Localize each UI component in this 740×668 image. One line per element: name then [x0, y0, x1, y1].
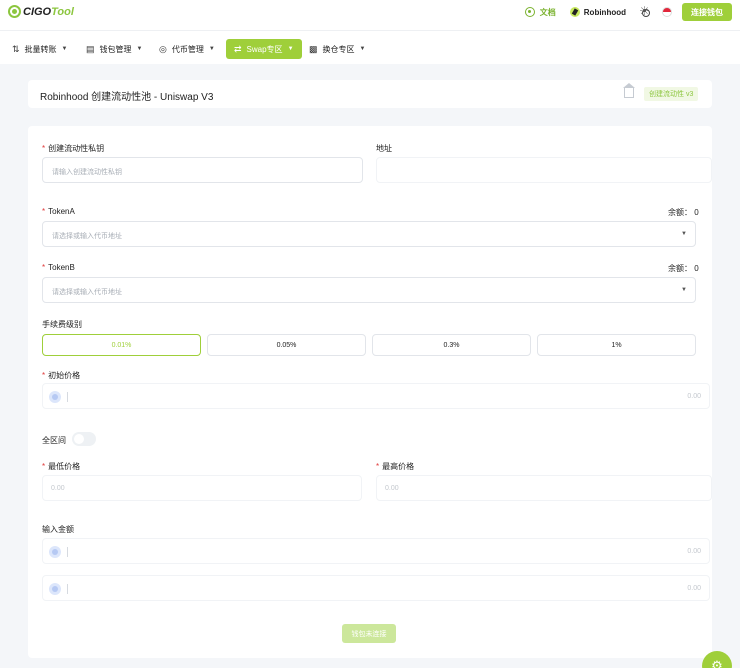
- chevron-down-icon: ▼: [208, 46, 215, 52]
- docs-link[interactable]: 文档: [524, 7, 556, 18]
- amount-a-input[interactable]: 0.00: [42, 538, 710, 564]
- min-price-value: 0.00: [51, 485, 65, 492]
- fee-option-0-05[interactable]: 0.05%: [207, 334, 366, 356]
- address-label: 地址: [376, 144, 392, 153]
- logo-text-left: CIGO: [23, 5, 52, 18]
- chevron-down-icon: ▼: [681, 287, 687, 293]
- fee-option-0-3[interactable]: 0.3%: [372, 334, 531, 356]
- amount-b-input[interactable]: 0.00: [42, 575, 710, 601]
- top-bar: CIGOTool 文档 Robinhood 连接钱包: [0, 0, 740, 30]
- divider: [67, 547, 68, 557]
- initial-price-label: * 初始价格: [42, 371, 81, 380]
- min-price-input[interactable]: 0.00: [42, 475, 362, 501]
- swap-icon: ⇄: [234, 43, 242, 54]
- fee-option-0-01[interactable]: 0.01%: [42, 334, 201, 356]
- token-b-balance: 余额： 0: [668, 264, 699, 273]
- chevron-down-icon: ▼: [287, 46, 294, 52]
- transfer-icon: ⇅: [12, 43, 20, 54]
- home-icon[interactable]: [623, 83, 635, 98]
- breadcrumb-tag[interactable]: 创建流动性 v3: [644, 87, 699, 101]
- logo-icon: [8, 5, 21, 18]
- docs-icon: [524, 7, 535, 17]
- chevron-down-icon: ▼: [136, 46, 143, 52]
- nav-label: 批量转账: [24, 44, 57, 54]
- token-a-balance: 余额： 0: [668, 208, 699, 217]
- nav-bar: ⇅ 批量转账 ▼ ▤ 钱包管理 ▼ ◎ 代币管理 ▼ ⇄ Swap专区 ▼ ▩ …: [0, 30, 740, 64]
- token-icon: [49, 391, 61, 403]
- full-range-toggle[interactable]: [72, 432, 96, 446]
- token-a-label: * TokenA: [42, 207, 75, 216]
- nav-label: Swap专区: [246, 44, 283, 54]
- form-card: * 创建流动性私钥 请输入创建流动性私钥 地址 * TokenA 余额： 0 请选择…: [28, 126, 712, 658]
- private-key-input[interactable]: 请输入创建流动性私钥: [42, 157, 363, 183]
- top-right-actions: 文档 Robinhood 连接钱包: [524, 3, 732, 21]
- token-b-select[interactable]: 请选择或输入代币地址 ▼: [42, 277, 696, 303]
- min-price-label: * 最低价格: [42, 462, 81, 471]
- settings-gear-icon[interactable]: ⚙: [702, 651, 732, 668]
- docs-label: 文档: [539, 7, 556, 17]
- initial-price-input[interactable]: 0.00: [42, 383, 710, 409]
- nav-item-rebalance[interactable]: ▩ 换仓专区 ▼: [309, 39, 365, 59]
- token-b-placeholder: 请选择或输入代币地址: [52, 289, 122, 296]
- max-price-input[interactable]: 0.00: [376, 475, 712, 501]
- token-a-placeholder: 请选择或输入代币地址: [52, 233, 122, 240]
- connect-wallet-button[interactable]: 连接钱包: [682, 3, 732, 21]
- token-icon: ◎: [159, 43, 167, 54]
- token-b-icon: [49, 583, 61, 595]
- token-a-icon: [49, 546, 61, 558]
- divider: [67, 584, 68, 594]
- wallet-icon: ▤: [86, 43, 95, 54]
- nav-label: 代币管理: [171, 44, 204, 54]
- full-range-label: 全区间: [42, 436, 66, 445]
- submit-button[interactable]: 钱包未连接: [342, 624, 396, 643]
- private-key-placeholder: 请输入创建流动性私钥: [52, 169, 122, 176]
- amount-a-value: 0.00: [687, 548, 701, 555]
- chain-selector[interactable]: Robinhood: [569, 7, 626, 17]
- chevron-down-icon: ▼: [681, 231, 687, 237]
- logo-text-right: Tool: [51, 5, 74, 18]
- blocks-icon: ▩: [309, 43, 318, 54]
- nav-label: 钱包管理: [99, 44, 132, 54]
- divider: [67, 392, 68, 402]
- token-a-select[interactable]: 请选择或输入代币地址 ▼: [42, 221, 696, 247]
- theme-toggle-icon[interactable]: [639, 4, 650, 18]
- chain-label: Robinhood: [583, 7, 626, 17]
- fee-tier-label: 手续费级别: [42, 320, 82, 329]
- private-key-label: * 创建流动性私钥: [42, 144, 105, 153]
- amount-label: 输入金额: [42, 525, 74, 534]
- nav-item-swap[interactable]: ⇄ Swap专区 ▼: [226, 39, 302, 59]
- nav-item-wallet[interactable]: ▤ 钱包管理 ▼: [86, 39, 142, 59]
- robinhood-icon: [569, 7, 580, 17]
- page-title: Robinhood 创建流动性池 - Uniswap V3: [40, 92, 214, 103]
- nav-item-batch-transfer[interactable]: ⇅ 批量转账 ▼: [12, 39, 68, 59]
- max-price-value: 0.00: [385, 485, 399, 492]
- initial-price-value: 0.00: [687, 393, 701, 400]
- token-b-label: * TokenB: [42, 263, 75, 272]
- amount-b-value: 0.00: [687, 585, 701, 592]
- logo[interactable]: CIGOTool: [8, 5, 74, 18]
- language-flag-icon[interactable]: [662, 7, 672, 17]
- max-price-label: * 最高价格: [376, 462, 415, 471]
- chevron-down-icon: ▼: [359, 46, 366, 52]
- nav-label: 换仓专区: [322, 44, 355, 54]
- page-header: Robinhood 创建流动性池 - Uniswap V3 创建流动性 v3: [28, 80, 712, 108]
- address-field: [376, 157, 712, 183]
- chevron-down-icon: ▼: [61, 46, 68, 52]
- nav-item-token[interactable]: ◎ 代币管理 ▼: [159, 39, 215, 59]
- fee-option-1[interactable]: 1%: [537, 334, 696, 356]
